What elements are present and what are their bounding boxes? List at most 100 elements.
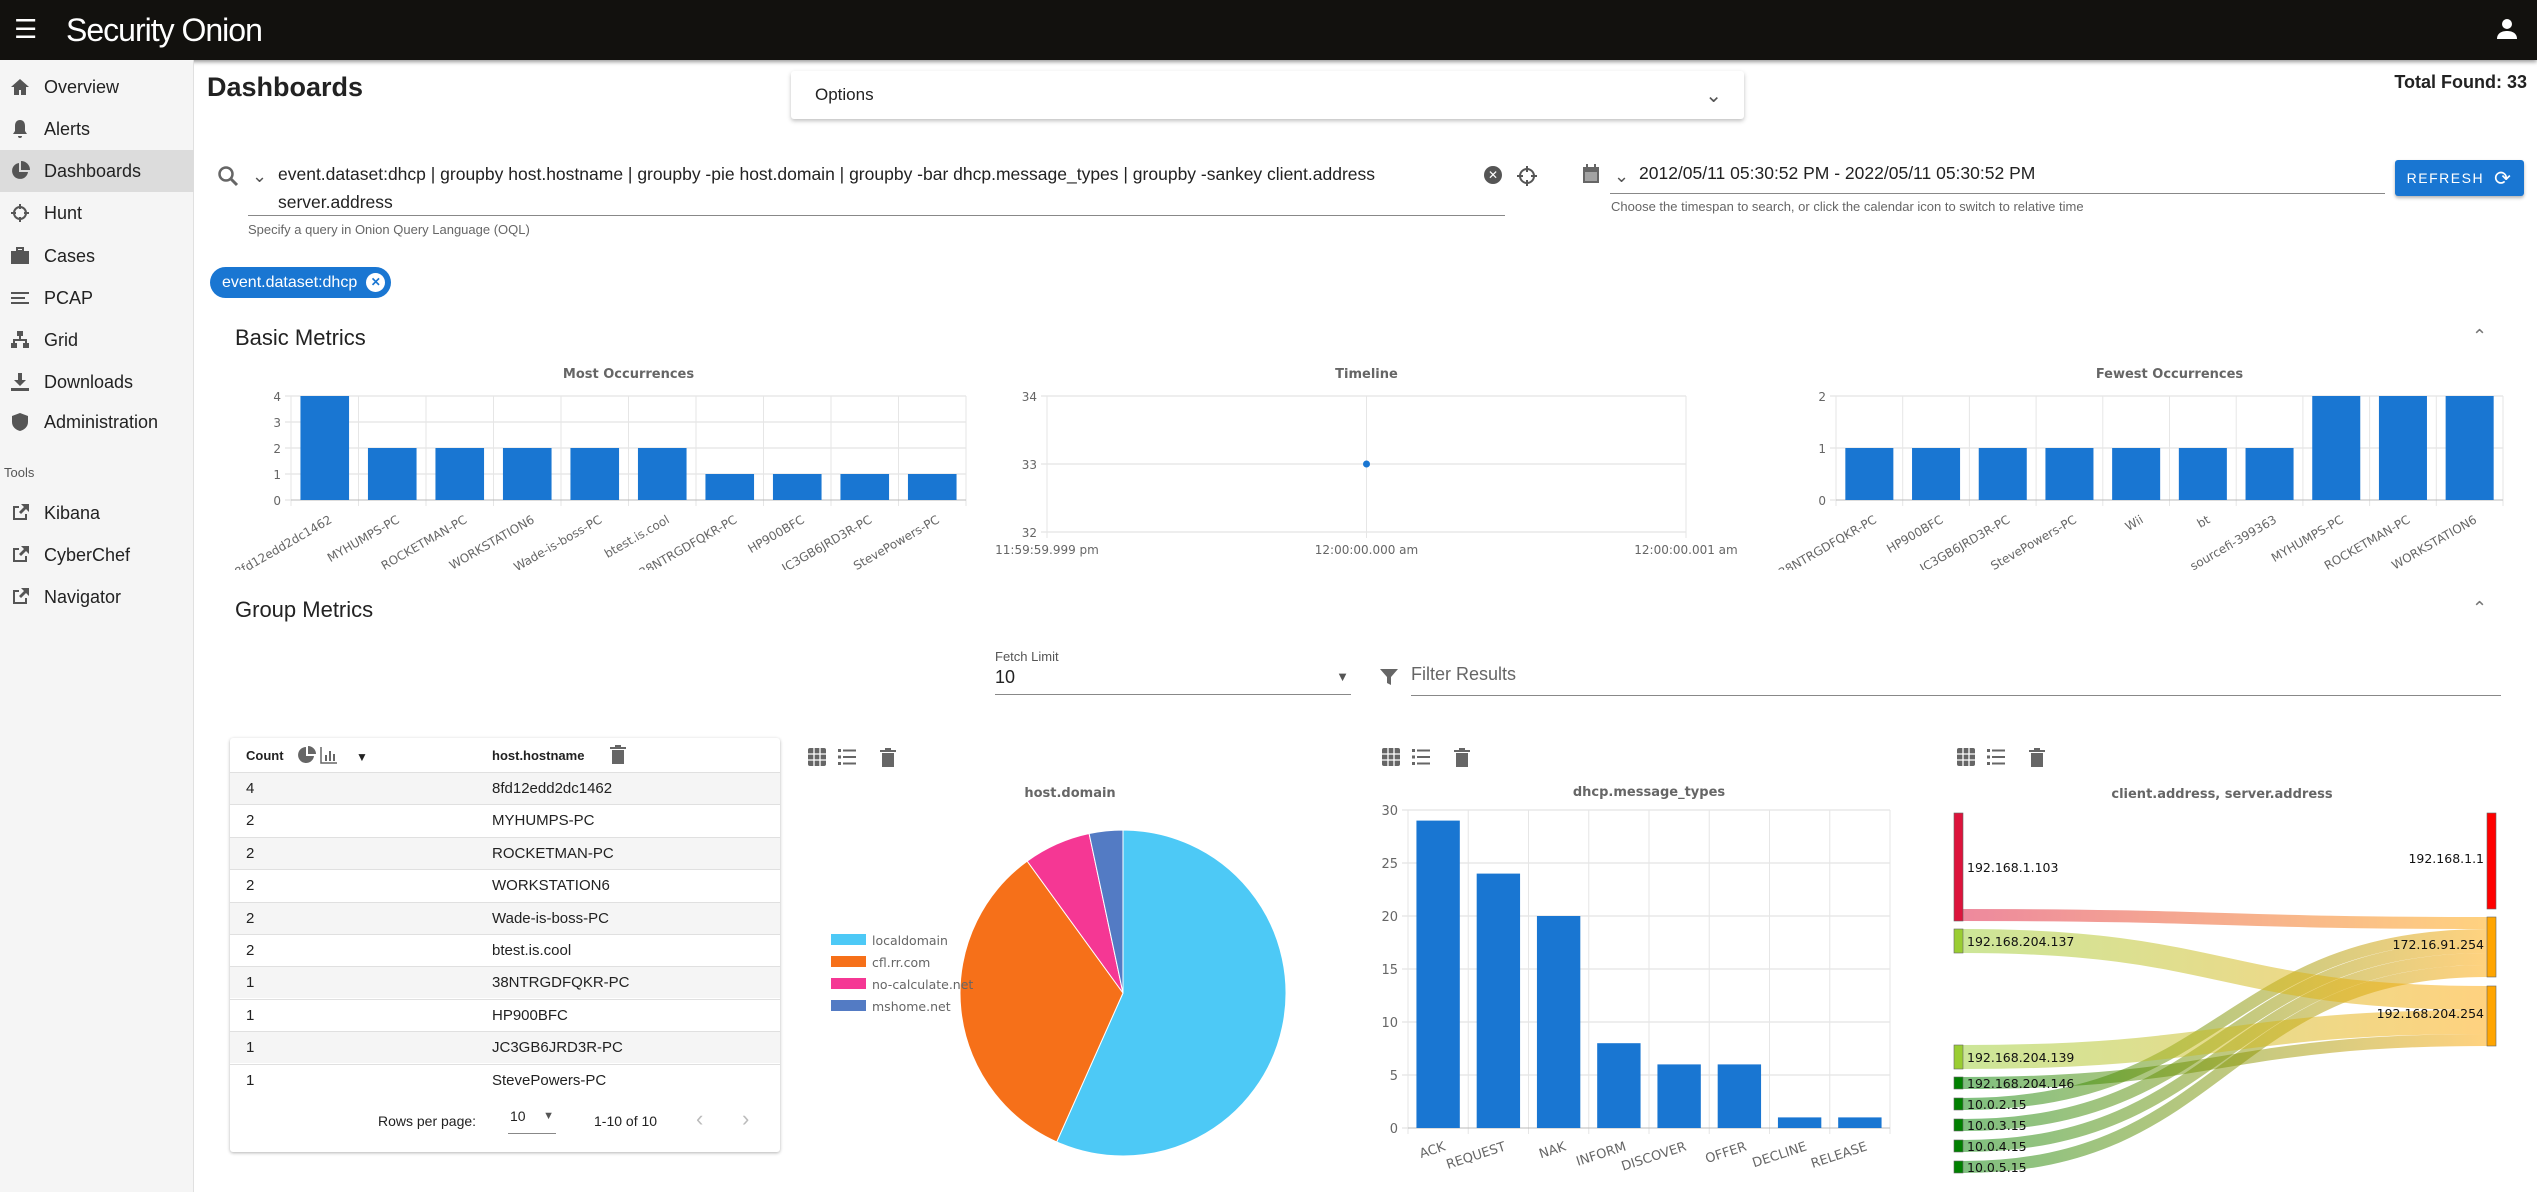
sankey-node[interactable] [1953,1118,1964,1132]
bar[interactable] [1838,1117,1882,1128]
legend-label[interactable]: no-calculate.net [872,977,973,992]
query-input[interactable]: event.dataset:dhcp | groupby host.hostna… [278,160,1488,216]
sidebar-item-overview[interactable]: Overview [0,66,194,108]
delete-icon[interactable] [610,745,626,764]
clear-query-icon[interactable]: ✕ [1484,166,1502,184]
calendar-icon[interactable] [1582,164,1600,184]
bar[interactable] [1536,916,1581,1128]
table-row[interactable]: 1 JC3GB6JRD3R-PC [230,1031,780,1064]
bar[interactable] [2312,396,2361,500]
sankey-node[interactable] [1953,1139,1964,1153]
bar[interactable] [1476,873,1521,1128]
tool-link-kibana[interactable]: Kibana [0,492,194,534]
table-view-icon[interactable] [808,748,826,766]
table-row[interactable]: 2 WORKSTATION6 [230,869,780,901]
logo[interactable]: Security Onion [66,12,263,49]
table-row[interactable]: 1 38NTRGDFQKR-PC [230,966,780,999]
bar[interactable] [435,448,485,500]
sidebar-item-alerts[interactable]: Alerts [0,108,194,150]
bar[interactable] [1777,1117,1822,1128]
sankey-node[interactable] [1953,1044,1964,1070]
table-row[interactable]: 2 Wade-is-boss-PC [230,901,780,934]
sankey-node[interactable] [1953,812,1964,922]
sort-caret-icon[interactable]: ▼ [356,750,368,764]
table-view-icon[interactable] [1957,748,1975,766]
bar[interactable] [1912,448,1961,500]
crosshair-icon[interactable] [1515,164,1539,188]
tool-link-cyberchef[interactable]: CyberChef [0,534,194,576]
sidebar-item-downloads[interactable]: Downloads [0,361,194,403]
table-row[interactable]: 2 MYHUMPS-PC [230,804,780,836]
bar[interactable] [637,448,687,500]
next-page-icon[interactable]: › [742,1106,749,1132]
filter-results-input[interactable]: Filter Results [1411,664,2501,696]
bar[interactable] [2178,448,2227,500]
bar[interactable] [705,474,755,500]
bar[interactable] [502,448,552,500]
bar[interactable] [1597,1043,1641,1128]
table-row[interactable]: 1 StevePowers-PC [230,1063,780,1096]
hostname-header[interactable]: host.hostname [492,748,584,763]
sankey-node[interactable] [2486,916,2497,978]
delete-icon[interactable] [880,748,896,767]
sidebar-item-administration[interactable]: Administration [0,401,194,443]
bar[interactable] [1416,820,1460,1128]
bar[interactable] [367,448,417,500]
fetch-limit-select[interactable]: 10 ▼ [995,667,1351,695]
data-point[interactable] [1363,460,1370,468]
refresh-button[interactable]: REFRESH ⟳ [2395,160,2524,196]
tool-link-navigator[interactable]: Navigator [0,576,194,618]
sidebar-item-pcap[interactable]: PCAP [0,277,194,319]
user-icon[interactable] [2495,16,2519,42]
filter-chip[interactable]: event.dataset:dhcp ✕ [210,267,392,298]
bar[interactable] [2245,448,2294,500]
bar[interactable] [1978,448,2027,500]
sankey-node[interactable] [1953,1097,1964,1111]
table-row[interactable]: 2 btest.is.cool [230,934,780,966]
rows-per-page-select[interactable]: 10 ▼ [508,1108,556,1134]
legend-label[interactable]: cfl.rr.com [872,955,930,970]
sidebar-item-hunt[interactable]: Hunt [0,192,194,234]
table-view-icon[interactable] [1382,748,1400,766]
table-row[interactable]: 2 ROCKETMAN-PC [230,836,780,869]
count-header[interactable]: Count [246,748,284,763]
menu-icon[interactable]: ☰ [14,16,37,42]
query-history-chevron[interactable]: ⌄ [252,166,267,187]
sankey-link[interactable] [1962,909,2488,929]
bar[interactable] [300,396,350,500]
legend-label[interactable]: localdomain [872,933,948,948]
delete-icon[interactable] [2029,748,2045,767]
bar[interactable] [570,448,620,500]
table-row[interactable]: 4 8fd12edd2dc1462 [230,772,780,804]
search-icon[interactable] [216,164,240,188]
prev-page-icon[interactable]: ‹ [696,1106,703,1132]
sankey-node[interactable] [1953,1160,1964,1174]
sidebar-item-cases[interactable]: Cases [0,235,194,277]
collapse-group-icon[interactable]: ⌃ [2472,598,2487,619]
bar[interactable] [840,474,890,500]
legend-label[interactable]: mshome.net [872,999,951,1014]
bar[interactable] [1657,1064,1701,1128]
table-row[interactable]: 1 HP900BFC [230,998,780,1031]
options-panel[interactable]: Options ⌄ [791,71,1744,119]
list-view-icon[interactable] [1987,748,2005,766]
sankey-node[interactable] [1953,928,1964,954]
bar[interactable] [1717,1064,1762,1128]
sankey-node[interactable] [1953,1076,1964,1090]
list-view-icon[interactable] [838,748,856,766]
bar[interactable] [2045,448,2094,500]
pie-chart-icon[interactable] [298,746,316,764]
delete-icon[interactable] [1454,748,1470,767]
date-chevron[interactable]: ⌄ [1614,166,1629,187]
sankey-node[interactable] [2486,985,2497,1047]
sidebar-item-dashboards[interactable]: Dashboards [0,150,194,192]
bar[interactable] [2112,448,2161,500]
remove-chip-icon[interactable]: ✕ [366,273,386,292]
bar-chart-icon[interactable] [320,746,338,764]
list-view-icon[interactable] [1412,748,1430,766]
date-range-input[interactable]: 2012/05/11 05:30:52 PM - 2022/05/11 05:3… [1639,163,2035,184]
sankey-node[interactable] [2486,812,2497,910]
bar[interactable] [2445,396,2494,500]
bar[interactable] [907,474,957,500]
bar[interactable] [1845,448,1894,500]
